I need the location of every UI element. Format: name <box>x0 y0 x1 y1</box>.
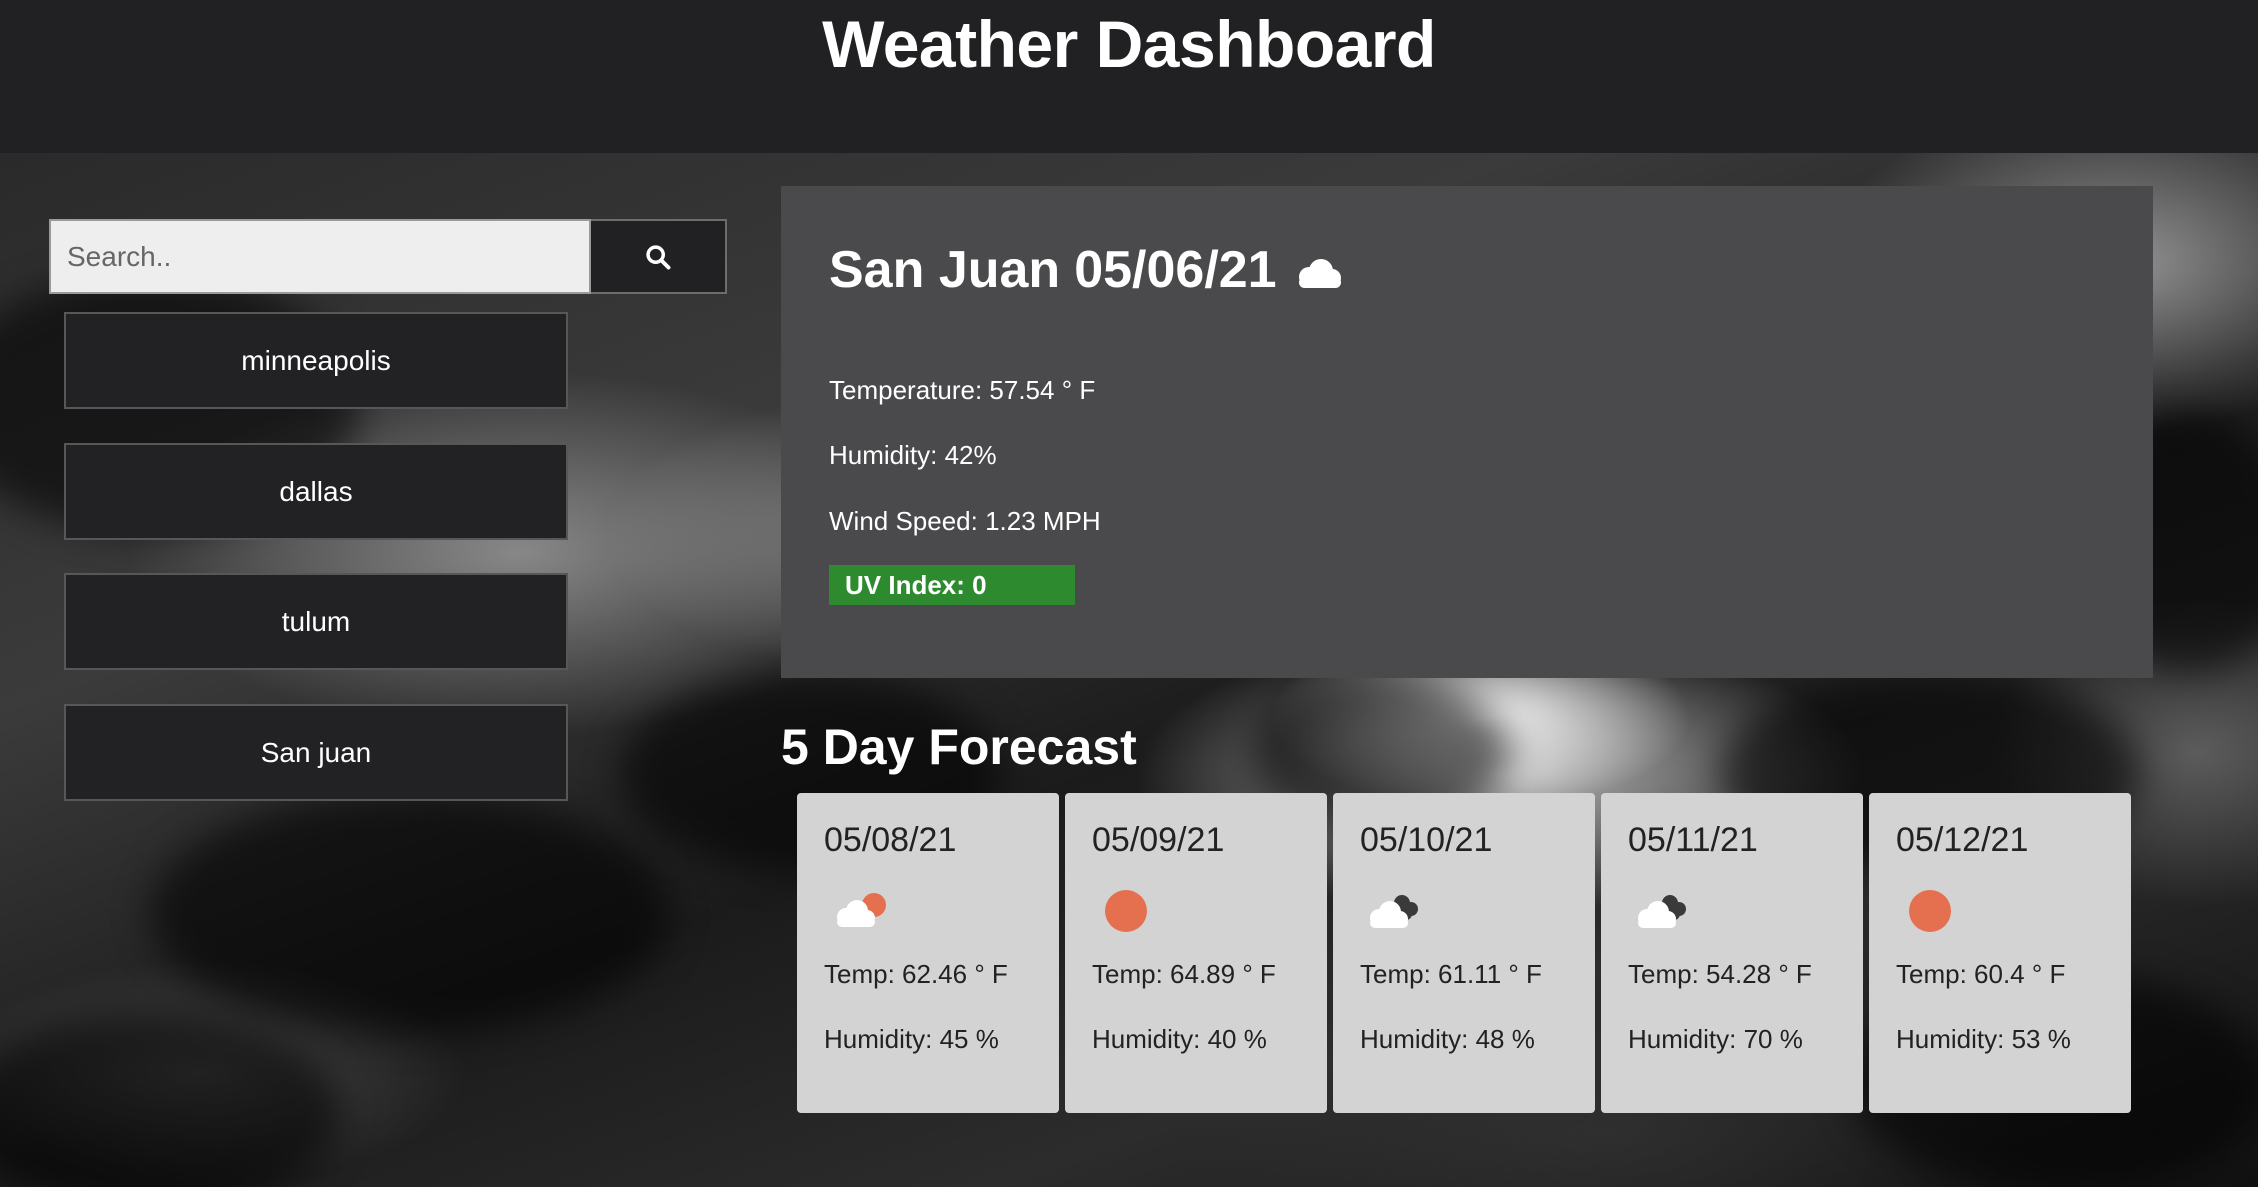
current-date: 05/06/21 <box>1074 241 1277 299</box>
forecast-humidity: Humidity: 53 % <box>1896 1024 2071 1054</box>
forecast-heading: 5 Day Forecast <box>781 719 1137 775</box>
cloud-icon <box>1298 259 1341 288</box>
sun-icon <box>1909 890 1951 932</box>
page-title: Weather Dashboard <box>822 7 1436 81</box>
forecast-card: 05/12/21 Temp: 60.4 ° F Humidity: 53 % <box>1869 793 2131 1113</box>
forecast-temp: Temp: 61.11 ° F <box>1360 959 1542 989</box>
search-button[interactable] <box>591 219 727 294</box>
uv-index-badge: UV Index: 0 <box>829 565 1075 605</box>
broken-clouds-icon <box>1638 895 1686 928</box>
forecast-date: 05/12/21 <box>1896 821 2029 859</box>
forecast-temp: Temp: 60.4 ° F <box>1896 959 2066 989</box>
forecast-card: 05/11/21 Temp: 54.28 ° F Humidity: 70 % <box>1601 793 1863 1113</box>
search-input[interactable] <box>49 219 591 294</box>
current-city: San Juan <box>829 241 1061 299</box>
forecast-humidity: Humidity: 40 % <box>1092 1024 1267 1054</box>
forecast-card: 05/08/21 Temp: 62.46 ° F Humidity: 45 % <box>797 793 1059 1113</box>
search-icon <box>646 244 671 269</box>
forecast-humidity: Humidity: 45 % <box>824 1024 999 1054</box>
search-bar <box>49 219 727 294</box>
forecast-date: 05/09/21 <box>1092 821 1225 859</box>
current-weather-card: San Juan 05/06/21 Temperature: 57.54 ° F… <box>781 186 2153 678</box>
forecast-temp: Temp: 62.46 ° F <box>824 959 1008 989</box>
sun-icon <box>1105 890 1147 932</box>
partly-cloudy-icon <box>837 893 886 927</box>
history-item-san-juan[interactable]: San juan <box>64 704 568 801</box>
current-wind-speed: Wind Speed: 1.23 MPH <box>829 506 1101 536</box>
history-item-tulum[interactable]: tulum <box>64 573 568 670</box>
forecast-card: 05/09/21 Temp: 64.89 ° F Humidity: 40 % <box>1065 793 1327 1113</box>
forecast-date: 05/10/21 <box>1360 821 1493 859</box>
forecast-humidity: Humidity: 70 % <box>1628 1024 1803 1054</box>
history-item-dallas[interactable]: dallas <box>64 443 568 540</box>
current-temperature: Temperature: 57.54 ° F <box>829 375 1096 405</box>
history-item-minneapolis[interactable]: minneapolis <box>64 312 568 409</box>
current-weather-title: San Juan 05/06/21 <box>829 240 1343 300</box>
forecast-date: 05/08/21 <box>824 821 957 859</box>
current-humidity: Humidity: 42% <box>829 440 997 470</box>
broken-clouds-icon <box>1370 895 1418 928</box>
forecast-humidity: Humidity: 48 % <box>1360 1024 1535 1054</box>
app-header: Weather Dashboard <box>0 0 2258 153</box>
forecast-temp: Temp: 64.89 ° F <box>1092 959 1276 989</box>
forecast-card: 05/10/21 Temp: 61.11 ° F Humidity: 48 % <box>1333 793 1595 1113</box>
forecast-temp: Temp: 54.28 ° F <box>1628 959 1812 989</box>
forecast-date: 05/11/21 <box>1628 821 1758 859</box>
